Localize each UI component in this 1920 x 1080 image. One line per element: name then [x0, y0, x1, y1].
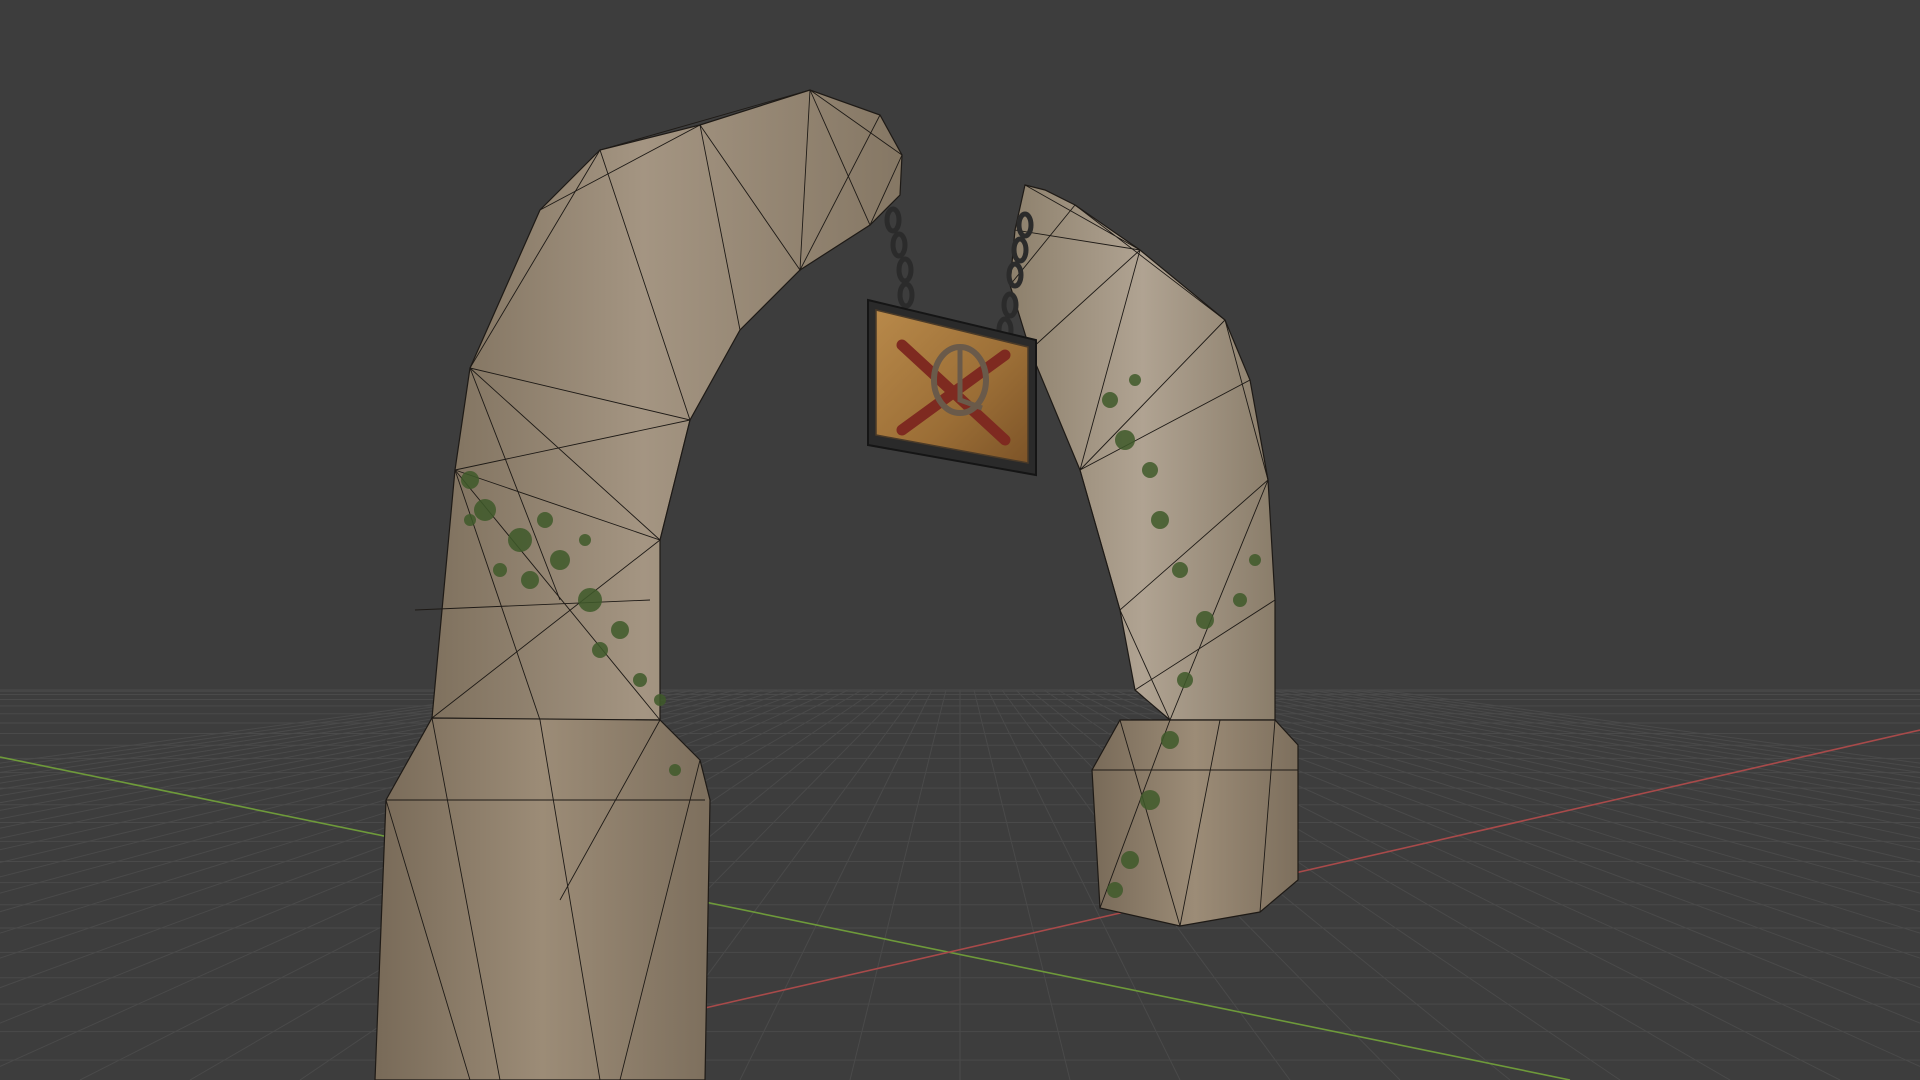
grid-line	[849, 689, 947, 1080]
grid-line	[739, 689, 933, 1080]
grid-line	[1281, 689, 1920, 804]
left-chain	[884, 206, 915, 309]
x-axis-line	[704, 729, 1920, 1009]
3d-viewport[interactable]	[0, 0, 1920, 1080]
grid-line	[973, 689, 1071, 1080]
right-pillar[interactable]	[1009, 184, 1299, 927]
grid-line	[1351, 689, 1920, 773]
grid-line	[1267, 689, 1920, 811]
floor-grid	[0, 689, 1920, 1080]
left-pillar[interactable]	[374, 89, 903, 1080]
viewport-scene[interactable]	[0, 0, 1920, 1080]
